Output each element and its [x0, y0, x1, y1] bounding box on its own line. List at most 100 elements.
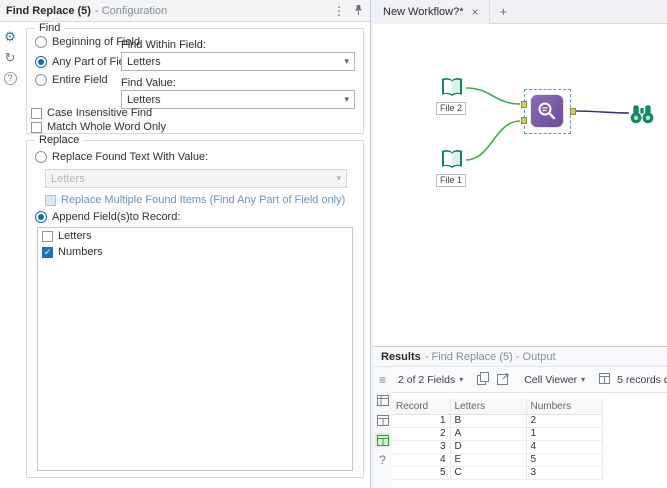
- checkbox-box: [31, 122, 42, 133]
- new-tab-icon[interactable]: +: [500, 5, 508, 18]
- checkbox-box: [42, 231, 53, 242]
- chevron-down-icon: ▾: [344, 94, 349, 105]
- cell-numbers: 5: [526, 453, 602, 466]
- text-input-tool-file2[interactable]: [439, 76, 465, 103]
- results-help-icon[interactable]: ?: [375, 453, 390, 467]
- node-label-file2[interactable]: File 2: [436, 102, 466, 115]
- cell-letters: C: [450, 466, 526, 479]
- checkbox-box: [31, 108, 42, 119]
- input-anchor-f[interactable]: [521, 101, 527, 108]
- table-row[interactable]: 5 C 3: [392, 466, 602, 479]
- radio-label: Entire Field: [52, 74, 108, 86]
- radio-entire-field[interactable]: Entire Field: [35, 74, 108, 86]
- radio-circle: [35, 211, 47, 223]
- config-panel-title: Find Replace (5): [6, 5, 91, 17]
- column-header-letters[interactable]: Letters: [450, 399, 526, 414]
- find-replace-icon: [536, 100, 558, 122]
- replace-value: Letters: [51, 173, 85, 185]
- table-row[interactable]: 1 B 2: [392, 414, 602, 427]
- output-anchor[interactable]: [570, 108, 576, 115]
- radio-label: Append Field(s)to Record:: [52, 211, 180, 223]
- metadata-view-icon[interactable]: [375, 393, 390, 407]
- configuration-header: Find Replace (5) - Configuration ⋮: [0, 0, 370, 22]
- input-data-view-icon[interactable]: [375, 413, 390, 427]
- field-item-numbers[interactable]: ✓ Numbers: [38, 244, 352, 260]
- book-icon: [439, 76, 465, 100]
- workflow-tabbar: New Workflow?* × +: [373, 0, 667, 24]
- cell-letters: D: [450, 440, 526, 453]
- results-toolbar: 2 of 2 Fields ▾ Cell Viewer ▾ 5 records …: [392, 367, 667, 393]
- column-header-numbers[interactable]: Numbers: [526, 399, 602, 414]
- field-item-label: Numbers: [58, 246, 103, 258]
- cell-numbers: 4: [526, 440, 602, 453]
- checkbox-box: [45, 195, 56, 206]
- radio-replace-found-text[interactable]: Replace Found Text With Value:: [35, 151, 208, 163]
- results-panel: Results - Find Replace (5) - Output ≡ ? …: [373, 346, 667, 488]
- checkbox-box: ✓: [42, 247, 53, 258]
- cell-record: 3: [392, 440, 450, 453]
- radio-append-fields[interactable]: Append Field(s)to Record:: [35, 211, 180, 223]
- results-title-suffix: - Find Replace (5) - Output: [425, 351, 556, 363]
- replace-group-label: Replace: [35, 134, 83, 146]
- radio-label: Replace Found Text With Value:: [52, 151, 208, 163]
- find-within-field-select[interactable]: Letters ▾: [121, 52, 355, 71]
- output-data-view-icon[interactable]: [375, 433, 390, 447]
- case-insensitive-checkbox[interactable]: Case Insensitive Find: [31, 107, 152, 119]
- cell-numbers: 1: [526, 427, 602, 440]
- fields-dropdown-value: 2 of 2 Fields: [398, 374, 455, 386]
- find-group-label: Find: [35, 22, 64, 34]
- cell-letters: E: [450, 453, 526, 466]
- chevron-down-icon: ▾: [344, 56, 349, 67]
- table-row[interactable]: 3 D 4: [392, 440, 602, 453]
- find-within-field-label: Find Within Field:: [121, 39, 206, 51]
- refresh-icon[interactable]: ↻: [5, 51, 16, 64]
- checkbox-label: Case Insensitive Find: [47, 107, 152, 119]
- check-icon: ✓: [44, 248, 52, 257]
- cell-record: 1: [392, 414, 450, 427]
- cell-record: 5: [392, 466, 450, 479]
- find-within-field-value: Letters: [127, 56, 161, 68]
- field-item-label: Letters: [58, 230, 92, 242]
- config-header-actions: ⋮: [333, 4, 364, 18]
- radio-circle: [35, 151, 47, 163]
- field-item-letters[interactable]: Letters: [38, 228, 352, 244]
- table-row[interactable]: 2 A 1: [392, 427, 602, 440]
- input-anchor-r[interactable]: [521, 117, 527, 124]
- radio-circle: [35, 36, 47, 48]
- export-icon[interactable]: [497, 372, 510, 388]
- cell-letters: B: [450, 414, 526, 427]
- match-whole-word-checkbox[interactable]: Match Whole Word Only: [31, 121, 166, 133]
- table-row[interactable]: 4 E 5: [392, 453, 602, 466]
- cell-viewer-label: Cell Viewer: [524, 374, 577, 386]
- records-icon: [599, 373, 610, 387]
- chevron-down-icon: ▾: [581, 375, 585, 384]
- list-view-icon[interactable]: ≡: [375, 373, 390, 387]
- node-label-file1[interactable]: File 1: [436, 174, 466, 187]
- overflow-menu-icon[interactable]: ⋮: [333, 5, 345, 17]
- fields-dropdown[interactable]: 2 of 2 Fields ▾: [398, 374, 463, 386]
- connection-wires: [373, 24, 667, 346]
- append-fields-listbox[interactable]: Letters ✓ Numbers: [37, 227, 353, 471]
- text-input-tool-file1[interactable]: [439, 148, 465, 175]
- copy-icon[interactable]: [477, 372, 490, 388]
- table-header-row: Record Letters Numbers: [392, 399, 602, 414]
- wire-findreplace-to-browse: [576, 111, 629, 113]
- pin-icon[interactable]: [353, 4, 364, 18]
- find-value-select[interactable]: Letters ▾: [121, 90, 355, 109]
- config-panel-title-suffix: - Configuration: [95, 5, 167, 17]
- cell-viewer-dropdown[interactable]: Cell Viewer ▾: [524, 374, 585, 386]
- configuration-gear-icon[interactable]: ⚙: [4, 30, 16, 43]
- find-group: Find Beginning of Field Any Part of Fiel…: [26, 28, 364, 134]
- cell-record: 4: [392, 453, 450, 466]
- radio-any-part-of-field[interactable]: Any Part of Field: [35, 56, 133, 68]
- close-tab-icon[interactable]: ×: [472, 6, 479, 18]
- results-table[interactable]: Record Letters Numbers 1 B 2 2 A 1: [392, 399, 603, 480]
- help-icon[interactable]: ?: [4, 72, 17, 85]
- find-replace-tool[interactable]: [531, 95, 563, 127]
- results-side-strip: ≡ ?: [373, 367, 392, 488]
- workflow-tab[interactable]: New Workflow?* ×: [373, 0, 490, 24]
- browse-tool[interactable]: [629, 102, 655, 129]
- results-header: Results - Find Replace (5) - Output: [373, 347, 667, 367]
- workflow-canvas[interactable]: File 2 File 1: [373, 24, 667, 346]
- column-header-record[interactable]: Record: [392, 399, 450, 414]
